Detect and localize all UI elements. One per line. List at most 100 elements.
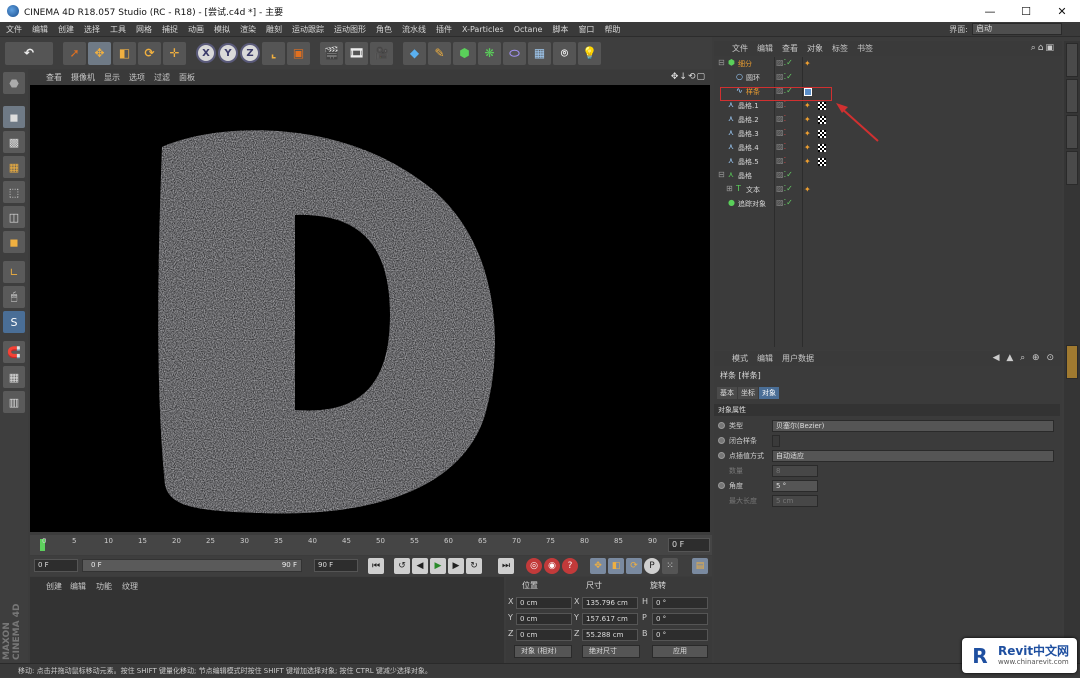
object-name[interactable]: 晶格.4	[738, 143, 759, 153]
menu-help[interactable]: 帮助	[604, 24, 620, 35]
visibility-flags[interactable]: ▨⁚✓	[776, 58, 793, 67]
collapse-icon[interactable]: ⊟	[718, 59, 726, 67]
viewport-navigation-icons[interactable]: ✥↓⟲▢	[671, 72, 706, 82]
number-field[interactable]: 8	[772, 465, 818, 477]
3d-viewport[interactable]	[30, 85, 710, 532]
menu-window[interactable]: 窗口	[578, 24, 594, 35]
object-name[interactable]: 晶格.2	[738, 115, 759, 125]
material-menu-edit[interactable]: 编辑	[70, 581, 86, 592]
spline-type-select[interactable]: 贝塞尔(Bezier)	[772, 420, 1054, 432]
interface-select[interactable]: 启动	[972, 23, 1062, 35]
menu-mesh[interactable]: 网格	[136, 24, 152, 35]
menu-mograph[interactable]: 运动图形	[334, 24, 366, 35]
side-tab[interactable]	[1066, 79, 1078, 113]
model-mode-icon[interactable]: ◼	[3, 106, 25, 128]
position-y-field[interactable]: 0 cm	[516, 613, 572, 625]
viewport-menu-panel[interactable]: 面板	[179, 72, 195, 83]
maximize-button[interactable]: ☐	[1008, 0, 1044, 22]
timeline[interactable]: 0 5 10 15 20 25 30 35 40 45 50 55 60 65 …	[30, 535, 712, 555]
move-tool-icon[interactable]: ✥	[88, 41, 111, 65]
go-to-end-icon[interactable]: ⏭	[498, 558, 514, 574]
object-name[interactable]: 细分	[738, 59, 752, 69]
menu-select[interactable]: 选择	[84, 24, 100, 35]
om-search-icons[interactable]: ⌕⌂▣	[1031, 43, 1056, 53]
previous-frame-icon[interactable]: ◀	[412, 558, 428, 574]
rotation-b-field[interactable]: 0 °	[652, 629, 708, 641]
animate-radio[interactable]	[718, 437, 725, 444]
visibility-flags[interactable]: ▨⁚	[776, 142, 786, 151]
key-rotation-icon[interactable]: ⟳	[626, 558, 642, 574]
object-name[interactable]: 晶格.5	[738, 157, 759, 167]
side-tab[interactable]	[1066, 115, 1078, 149]
timeline-window-icon[interactable]: ▤	[692, 558, 708, 574]
visibility-flags[interactable]: ▨⁚	[776, 128, 786, 137]
scale-tool-icon[interactable]: ◧	[113, 41, 136, 65]
am-menu-user-data[interactable]: 用户数据	[782, 353, 814, 364]
object-row-text[interactable]: ⊞ T 文本 ▨⁚✓ ✦	[714, 183, 1062, 197]
y-axis-button[interactable]: Y	[218, 43, 238, 63]
visibility-flags[interactable]: ▨⁚✓	[776, 72, 793, 81]
timeline-ruler[interactable]: 0 5 10 15 20 25 30 35 40 45 50 55 60 65 …	[34, 537, 664, 553]
render-picture-viewer-icon[interactable]: 🎞	[345, 41, 368, 65]
material-tag-icon[interactable]	[818, 130, 826, 138]
size-x-field[interactable]: 135.796 cm	[582, 597, 638, 609]
planar-workplane-icon[interactable]: ▥	[3, 391, 25, 413]
object-name[interactable]: 晶格.1	[738, 101, 759, 111]
object-mode-icon[interactable]: ▣	[287, 41, 310, 65]
tweak-mode-icon[interactable]: 🖱	[3, 286, 25, 308]
menu-x-particles[interactable]: X-Particles	[462, 25, 504, 34]
play-icon[interactable]: ▶	[430, 558, 446, 574]
am-navigation-icons[interactable]: ◀ ▲ ⌕ ⊕ ⊙	[993, 353, 1056, 363]
phong-tag-icon[interactable]: ✦	[804, 60, 812, 68]
menu-create[interactable]: 创建	[58, 24, 74, 35]
key-parameter-icon[interactable]: P	[644, 558, 660, 574]
autokey-icon[interactable]: ◉	[544, 558, 560, 574]
render-settings-icon[interactable]: 🎥	[370, 41, 393, 65]
object-name[interactable]: 文本	[746, 185, 760, 195]
texture-mode-icon[interactable]: ▩	[3, 131, 25, 153]
key-pla-icon[interactable]: ⁙	[662, 558, 678, 574]
record-active-icon[interactable]: ◎	[526, 558, 542, 574]
light-icon[interactable]: 💡	[578, 41, 601, 65]
close-button[interactable]: ✕	[1044, 0, 1080, 22]
visibility-flags[interactable]: ▨⁚	[776, 100, 786, 109]
workplane-mode-icon[interactable]: ▦	[3, 156, 25, 178]
visibility-flags[interactable]: ▨⁚✓	[776, 170, 793, 179]
end-frame-field[interactable]: 90 F	[314, 559, 358, 572]
side-tab[interactable]	[1066, 151, 1078, 185]
om-menu-tags[interactable]: 标签	[832, 43, 848, 54]
menu-character[interactable]: 角色	[376, 24, 392, 35]
om-menu-view[interactable]: 查看	[782, 43, 798, 54]
cube-icon[interactable]: ◆	[403, 41, 426, 65]
side-tab[interactable]	[1066, 43, 1078, 77]
phong-tag-icon[interactable]: ✦	[804, 186, 812, 194]
pen-icon[interactable]: ✎	[428, 41, 451, 65]
size-mode-select[interactable]: 绝对尺寸	[582, 645, 640, 658]
menu-file[interactable]: 文件	[6, 24, 22, 35]
deformer-icon[interactable]: ⬭	[503, 41, 526, 65]
material-manager[interactable]: 创建 编辑 功能 纹理	[30, 577, 504, 663]
phong-tag-icon[interactable]: ✦	[804, 102, 812, 110]
om-menu-bookmarks[interactable]: 书签	[857, 43, 873, 54]
max-length-field[interactable]: 5 cm	[772, 495, 818, 507]
viewport-menu-cameras[interactable]: 摄像机	[71, 72, 95, 83]
close-spline-checkbox[interactable]	[772, 435, 780, 447]
phong-tag-icon[interactable]: ✦	[804, 144, 812, 152]
next-key-icon[interactable]: ↻	[466, 558, 482, 574]
live-select-icon[interactable]: ➚	[63, 41, 86, 65]
menu-edit[interactable]: 编辑	[32, 24, 48, 35]
am-menu-mode[interactable]: 模式	[732, 353, 748, 364]
position-x-field[interactable]: 0 cm	[516, 597, 572, 609]
animate-radio[interactable]	[718, 422, 725, 429]
make-editable-icon[interactable]: ⬣	[3, 72, 25, 94]
object-row-lattice-5[interactable]: ⋏ 晶格.5 ▨⁚ ✦	[714, 155, 1062, 169]
menu-motion-tracking[interactable]: 运动跟踪	[292, 24, 324, 35]
viewport-menu-display[interactable]: 显示	[104, 72, 120, 83]
edges-mode-icon[interactable]: ◫	[3, 206, 25, 228]
phong-tag-icon[interactable]: ✦	[804, 116, 812, 124]
coordinate-mode-select[interactable]: 对象 (相对)	[514, 645, 572, 658]
menu-render[interactable]: 渲染	[240, 24, 256, 35]
menu-octane[interactable]: Octane	[514, 25, 543, 34]
solo-icon[interactable]: S	[3, 311, 25, 333]
animate-radio[interactable]	[718, 482, 725, 489]
